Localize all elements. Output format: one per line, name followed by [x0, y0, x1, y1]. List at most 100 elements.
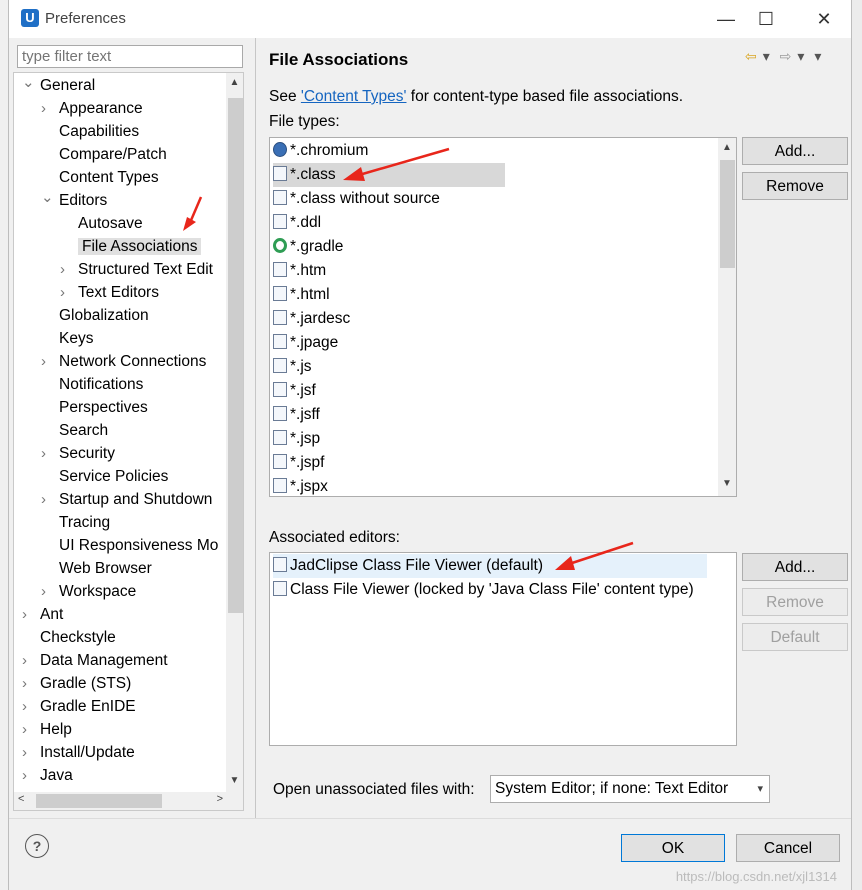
file-type-row[interactable]: *.jsf: [273, 379, 316, 403]
editors-add-button[interactable]: Add...: [742, 553, 848, 581]
chevron-right-icon[interactable]: ›: [41, 581, 46, 603]
forward-arrow-icon[interactable]: ⇨: [780, 48, 792, 64]
tree-item[interactable]: › Appearance: [41, 98, 143, 120]
associated-editor-row[interactable]: JadClipse Class File Viewer (default): [273, 554, 707, 578]
scroll-left-icon[interactable]: <: [18, 793, 24, 805]
editors-default-button[interactable]: Default: [742, 623, 848, 651]
scroll-down-icon[interactable]: ▼: [718, 478, 736, 489]
chevron-right-icon[interactable]: ›: [22, 673, 27, 695]
tree-item[interactable]: Content Types: [43, 167, 159, 189]
chevron-right-icon[interactable]: ›: [60, 282, 65, 304]
tree-item[interactable]: › Gradle (STS): [22, 673, 132, 695]
tree-item[interactable]: › Text Editors: [60, 282, 159, 304]
tree-item[interactable]: Keys: [43, 328, 93, 350]
chevron-right-icon[interactable]: ›: [22, 719, 27, 741]
tree-item[interactable]: › Gradle EnIDE: [22, 696, 136, 718]
content-types-link[interactable]: 'Content Types': [301, 88, 407, 105]
chevron-right-icon[interactable]: ›: [22, 696, 27, 718]
file-type-row[interactable]: *.ddl: [273, 211, 321, 235]
tree-item[interactable]: › Network Connections: [41, 351, 206, 373]
file-type-row[interactable]: *.html: [273, 283, 330, 307]
chevron-down-icon[interactable]: ⌄: [22, 73, 35, 94]
chevron-right-icon[interactable]: ›: [22, 742, 27, 764]
file-types-add-button[interactable]: Add...: [742, 137, 848, 165]
tree-item[interactable]: Service Policies: [43, 466, 168, 488]
maximize-button[interactable]: ☐: [751, 6, 781, 32]
scroll-down-icon[interactable]: ▼: [226, 775, 243, 786]
tree-item[interactable]: Tracing: [43, 512, 110, 534]
tree-item-label: Gradle (STS): [40, 675, 132, 692]
chevron-right-icon[interactable]: ›: [41, 98, 46, 120]
file-type-label: *.ddl: [290, 214, 322, 231]
tree-item[interactable]: › Workspace: [41, 581, 136, 603]
chevron-right-icon[interactable]: ›: [41, 489, 46, 511]
tree-item[interactable]: › Ant: [22, 604, 63, 626]
chevron-right-icon[interactable]: ›: [22, 604, 27, 626]
close-button[interactable]: ✕: [809, 6, 839, 32]
view-menu-icon[interactable]: ▾: [814, 48, 821, 64]
file-type-row[interactable]: *.js: [273, 355, 312, 379]
tree-item[interactable]: Autosave: [62, 213, 143, 235]
annotation-arrow-icon: [555, 541, 634, 570]
tree-item[interactable]: UI Responsiveness Mo: [43, 535, 218, 557]
tree-item[interactable]: Search: [43, 420, 108, 442]
editors-remove-button[interactable]: Remove: [742, 588, 848, 616]
splitter[interactable]: [255, 38, 256, 818]
footer-separator: [9, 818, 851, 819]
tree-item-label: Compare/Patch: [59, 146, 167, 163]
file-type-row[interactable]: *.class without source: [273, 187, 440, 211]
scroll-right-icon[interactable]: >: [217, 793, 223, 805]
open-unassociated-select[interactable]: System Editor; if none: Text Editor ▾: [490, 775, 770, 803]
scroll-thumb[interactable]: [228, 98, 243, 613]
chevron-right-icon[interactable]: ›: [22, 650, 27, 672]
tree-item[interactable]: › Install/Update: [22, 742, 135, 764]
tree-item[interactable]: Capabilities: [43, 121, 139, 143]
cancel-button[interactable]: Cancel: [736, 834, 840, 862]
tree-item[interactable]: ⌄ General: [22, 73, 95, 97]
help-icon[interactable]: ?: [25, 834, 49, 858]
associated-editor-row[interactable]: Class File Viewer (locked by 'Java Class…: [273, 578, 694, 602]
tree-item[interactable]: › Java: [22, 765, 73, 787]
forward-menu-chevron-icon[interactable]: ▾: [797, 48, 804, 64]
filter-input[interactable]: [17, 45, 243, 68]
minimize-button[interactable]: —: [711, 6, 741, 32]
tree-item[interactable]: › Help: [22, 719, 72, 741]
tree-item[interactable]: Checkstyle: [24, 627, 116, 649]
tree-item[interactable]: › Structured Text Edit: [60, 259, 213, 281]
file-type-row[interactable]: *.jspx: [273, 475, 328, 496]
back-menu-chevron-icon[interactable]: ▾: [763, 48, 770, 64]
tree-item[interactable]: Compare/Patch: [43, 144, 167, 166]
file-type-row[interactable]: *.htm: [273, 259, 326, 283]
tree-item[interactable]: Globalization: [43, 305, 149, 327]
scroll-thumb[interactable]: [720, 160, 735, 268]
tree-horizontal-scrollbar[interactable]: < >: [13, 792, 244, 811]
back-arrow-icon[interactable]: ⇦: [745, 48, 757, 64]
tree-item[interactable]: Web Browser: [43, 558, 152, 580]
file-types-remove-button[interactable]: Remove: [742, 172, 848, 200]
tree-item[interactable]: › Security: [41, 443, 115, 465]
file-type-row[interactable]: *.jpage: [273, 331, 338, 355]
scroll-up-icon[interactable]: ▲: [226, 77, 243, 88]
tree-item[interactable]: Notifications: [43, 374, 143, 396]
file-type-row[interactable]: *.gradle: [273, 235, 343, 259]
file-type-row[interactable]: *.jsp: [273, 427, 320, 451]
jpage-file-icon: [273, 334, 287, 349]
file-types-scrollbar[interactable]: ▲ ▼: [718, 138, 736, 496]
tree-item[interactable]: ⌄ Editors: [41, 187, 107, 212]
file-type-row[interactable]: *.jardesc: [273, 307, 350, 331]
tree-item[interactable]: › Data Management: [22, 650, 168, 672]
chevron-right-icon[interactable]: ›: [41, 443, 46, 465]
chevron-down-icon[interactable]: ⌄: [41, 187, 54, 209]
file-type-row[interactable]: *.jspf: [273, 451, 324, 475]
chevron-right-icon[interactable]: ›: [22, 765, 27, 787]
chevron-right-icon[interactable]: ›: [60, 259, 65, 281]
tree-vertical-scrollbar[interactable]: ▲ ▼: [226, 73, 243, 793]
tree-item[interactable]: File Associations: [62, 236, 202, 258]
chevron-right-icon[interactable]: ›: [41, 351, 46, 373]
scroll-thumb[interactable]: [36, 794, 162, 808]
scroll-up-icon[interactable]: ▲: [718, 142, 736, 153]
file-type-row[interactable]: *.jsff: [273, 403, 320, 427]
tree-item[interactable]: › Startup and Shutdown: [41, 489, 212, 511]
ok-button[interactable]: OK: [621, 834, 725, 862]
tree-item[interactable]: Perspectives: [43, 397, 148, 419]
